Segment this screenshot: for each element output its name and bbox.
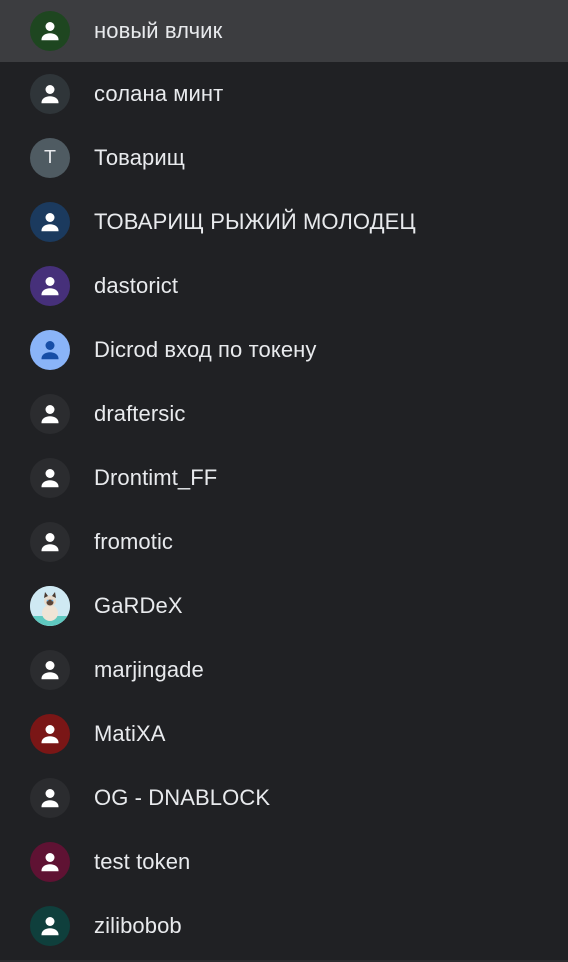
avatar <box>30 11 70 51</box>
person-icon <box>41 917 59 936</box>
profile-name: новый влчик <box>94 18 223 43</box>
avatar <box>30 394 70 434</box>
avatar <box>30 458 70 498</box>
avatar <box>30 522 70 562</box>
profile-name: MatiXA <box>94 721 166 746</box>
avatar <box>30 202 70 242</box>
avatar <box>30 842 70 882</box>
profile-list: новый влчик солана минт Т Товарищ ТОВАРИЩ РЫ… <box>0 0 568 962</box>
profile-name: солана минт <box>94 81 224 106</box>
profile-name: Товарищ <box>94 145 185 170</box>
avatar <box>30 906 70 946</box>
profile-name: ТОВАРИЩ РЫЖИЙ МОЛОДЕЦ <box>94 209 416 234</box>
cat-photo-icon <box>30 586 70 626</box>
profile-item[interactable]: MatiXA <box>0 702 568 766</box>
person-icon <box>41 277 59 296</box>
avatar <box>30 74 70 114</box>
person-icon <box>41 85 59 104</box>
profile-item[interactable]: Т Товарищ <box>0 126 568 190</box>
profile-name: fromotic <box>94 529 174 554</box>
avatar <box>30 266 70 306</box>
person-icon <box>41 213 59 232</box>
avatar-initial: Т <box>44 147 56 168</box>
profile-name: GaRDeX <box>94 593 183 618</box>
avatar <box>30 650 70 690</box>
person-icon <box>41 22 59 41</box>
profile-name: Dicrod вход по токену <box>94 337 317 362</box>
profile-item[interactable]: marjingade <box>0 638 568 702</box>
profile-item[interactable]: ТОВАРИЩ РЫЖИЙ МОЛОДЕЦ <box>0 190 568 254</box>
avatar-letter: Т <box>30 138 70 178</box>
person-icon <box>41 469 59 488</box>
avatar <box>30 778 70 818</box>
person-icon <box>41 533 59 552</box>
avatar <box>30 714 70 754</box>
profile-name: zilibobob <box>94 913 182 938</box>
profile-item[interactable]: OG - DNABLOCK <box>0 766 568 830</box>
profile-name: dastorict <box>94 273 179 298</box>
profile-item[interactable]: zilibobob <box>0 894 568 958</box>
profile-name: draftersic <box>94 401 186 426</box>
avatar-photo <box>30 586 70 626</box>
profile-name: OG - DNABLOCK <box>94 785 271 810</box>
profile-item[interactable]: солана минт <box>0 62 568 126</box>
profile-item[interactable]: dastorict <box>0 254 568 318</box>
profile-item[interactable]: draftersic <box>0 382 568 446</box>
person-icon <box>41 789 59 808</box>
avatar <box>30 330 70 370</box>
profile-item[interactable]: test token <box>0 830 568 894</box>
person-icon <box>41 725 59 744</box>
profile-item[interactable]: Drontimt_FF <box>0 446 568 510</box>
profile-name: test token <box>94 849 191 874</box>
profile-name: Drontimt_FF <box>94 465 218 490</box>
profile-item[interactable]: GaRDeX <box>0 574 568 638</box>
person-icon <box>41 853 59 872</box>
profile-item[interactable]: Dicrod вход по токену <box>0 318 568 382</box>
profile-item[interactable]: fromotic <box>0 510 568 574</box>
profile-item[interactable]: новый влчик <box>0 0 568 62</box>
person-icon <box>41 405 59 424</box>
person-icon <box>41 661 59 680</box>
person-icon <box>41 341 59 360</box>
profile-name: marjingade <box>94 657 204 682</box>
